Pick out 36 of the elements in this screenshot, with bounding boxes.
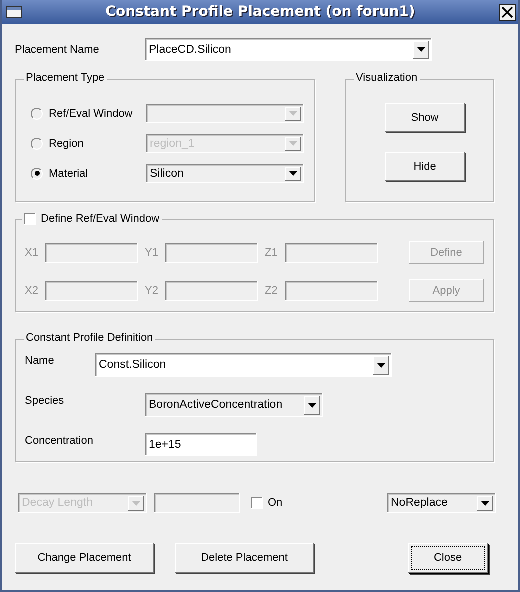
checkbox-label: On [268, 497, 283, 509]
push-button[interactable]: Change Placement [15, 543, 154, 573]
push-button[interactable]: Show [385, 103, 465, 132]
field-label: Y2 [145, 284, 160, 296]
window-icon [6, 6, 22, 18]
group-title: Placement Type [24, 72, 107, 84]
dropdown[interactable]: BoronActiveConcentration [145, 393, 323, 417]
radio-label: Ref/Eval Window [49, 108, 134, 120]
checkbox-label: Define Ref/Eval Window [36, 213, 162, 225]
field-label: Concentration [25, 434, 94, 447]
field-label: Z2 [265, 284, 279, 296]
field-label: Name [25, 354, 56, 367]
push-button[interactable]: Hide [385, 152, 465, 181]
radio-label: Material [49, 168, 90, 180]
dropdown[interactable]: Const.Silicon [95, 353, 392, 377]
field-label: Z1 [265, 246, 279, 258]
radio-button[interactable] [31, 168, 43, 180]
window-title: Constant Profile Placement (on forun1) [104, 4, 416, 20]
radio-button[interactable] [31, 138, 43, 150]
field-label: Species [25, 394, 66, 407]
dropdown[interactable]: Silicon [146, 164, 304, 183]
field-label: X2 [25, 284, 40, 296]
input-field[interactable]: 1e+15 [145, 433, 257, 456]
field-label: Y1 [145, 246, 160, 258]
field-label: Placement Name [15, 44, 100, 56]
dropdown[interactable]: NoReplace [387, 493, 496, 513]
push-button[interactable]: Close [408, 543, 488, 573]
radio-button[interactable] [31, 108, 43, 120]
checkbox[interactable] [251, 497, 263, 509]
field-label: X1 [25, 246, 40, 258]
group-title: Constant Profile Definition [24, 332, 156, 344]
close-icon[interactable] [499, 4, 516, 20]
radio-label: Region [49, 138, 85, 150]
dropdown[interactable]: PlaceCD.Silicon [145, 38, 432, 61]
group-title: Visualization [354, 72, 420, 84]
push-button[interactable]: Delete Placement [175, 543, 314, 573]
